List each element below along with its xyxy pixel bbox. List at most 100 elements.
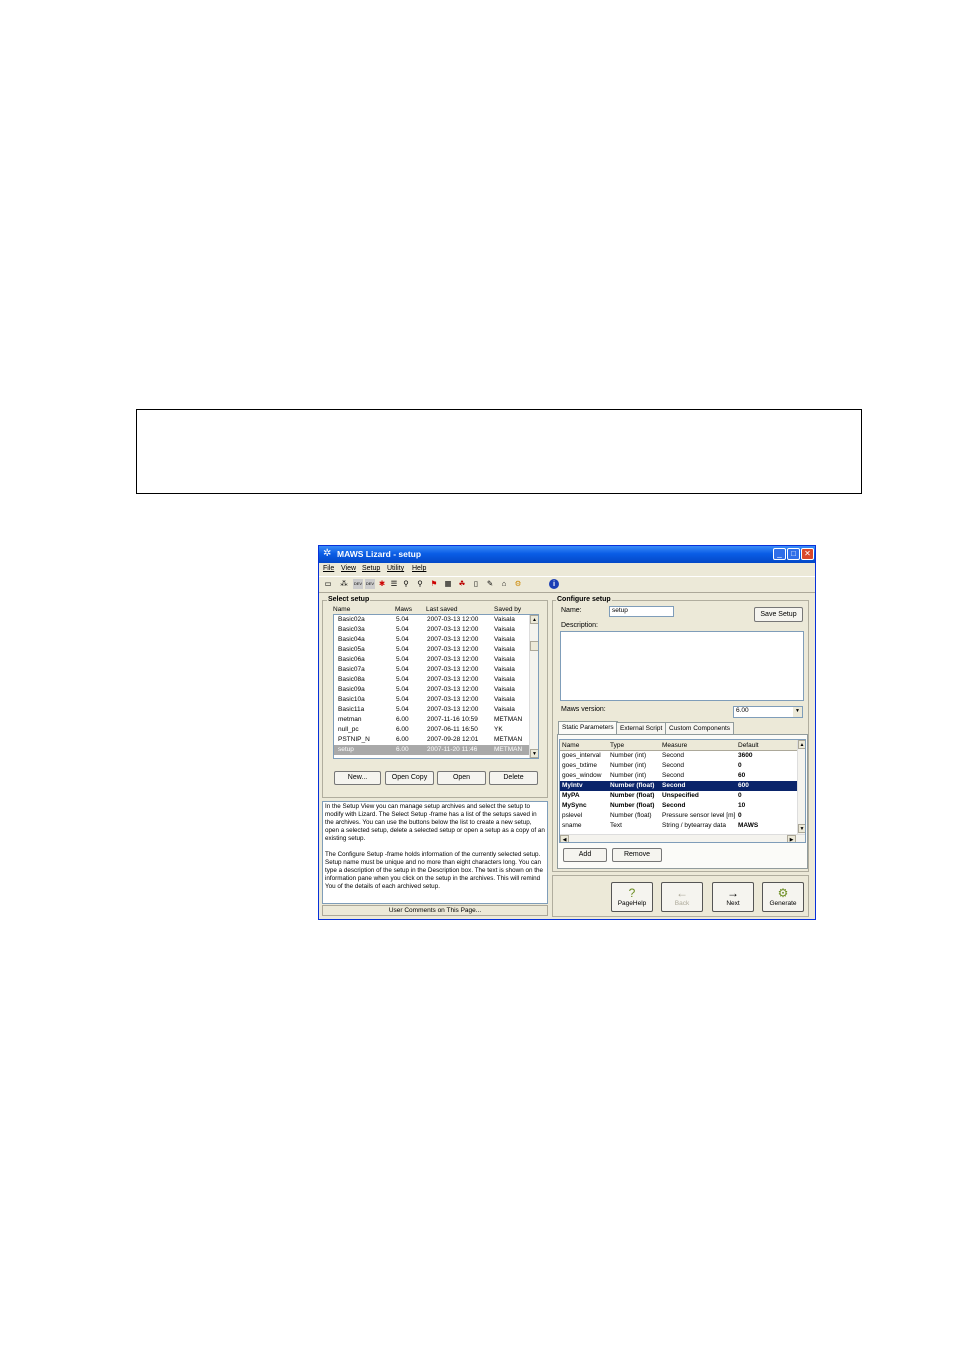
parameter-row[interactable]: goes_window Number (int) Second 60 <box>560 771 797 781</box>
remove-button[interactable]: Remove <box>612 848 662 862</box>
param-cell-name: pslevel <box>562 812 583 819</box>
save-setup-button[interactable]: Save Setup <box>754 607 803 622</box>
parameter-row[interactable]: pslevel Number (float) Pressure sensor lev… <box>560 811 797 821</box>
param-col-default[interactable]: Default <box>738 742 759 749</box>
parameters-vscroll[interactable]: ▲ ▼ <box>797 740 805 834</box>
parameters-table[interactable]: Name Type Measure Default ▲ ▼ ◀ ▶ goes_i… <box>559 739 806 843</box>
maximize-button[interactable]: □ <box>787 548 800 560</box>
setup-list-row[interactable]: setup 6.00 2007-11-20 11:46 METMAN <box>334 745 529 755</box>
param-col-type[interactable]: Type <box>610 742 624 749</box>
setup-list-row[interactable]: metman 6.00 2007-11-16 10:59 METMAN <box>334 715 529 725</box>
add-button[interactable]: Add <box>563 848 607 862</box>
setup-list-row[interactable]: Basic04a 5.04 2007-03-13 12:00 Vaisala <box>334 635 529 645</box>
info-icon[interactable]: i <box>549 579 559 589</box>
menu-setup[interactable]: Setup <box>362 565 380 572</box>
menu-file[interactable]: File <box>323 565 334 572</box>
param-cell-measure: Unspecified <box>662 792 699 799</box>
figure2-icon[interactable]: ⚲ <box>415 579 425 589</box>
next-button[interactable]: → Next <box>712 882 754 912</box>
setup-list-row[interactable]: Basic07a 5.04 2007-03-13 12:00 Vaisala <box>334 665 529 675</box>
param-col-name[interactable]: Name <box>562 742 579 749</box>
open-icon[interactable]: ▭ <box>323 579 333 589</box>
tab-external-script[interactable]: External Script <box>616 722 667 734</box>
setup-cell-saved: 2007-03-13 12:00 <box>427 636 479 643</box>
parameters-hscroll[interactable]: ◀ ▶ <box>560 834 805 842</box>
scroll-down-arrow[interactable]: ▼ <box>530 749 538 758</box>
parameter-row[interactable]: MyPA Number (float) Unspecified 0 <box>560 791 797 801</box>
minimize-button[interactable]: _ <box>773 548 786 560</box>
tab-custom-components[interactable]: Custom Components <box>665 722 735 734</box>
pagehelp-label: PageHelp <box>617 900 647 907</box>
setup-list-row[interactable]: Basic10a 5.04 2007-03-13 12:00 Vaisala <box>334 695 529 705</box>
star-icon[interactable]: ✱ <box>377 579 387 589</box>
setup-list-row[interactable]: Basic11a 5.04 2007-03-13 12:00 Vaisala <box>334 705 529 715</box>
setup-list-row[interactable]: Basic05a 5.04 2007-03-13 12:00 Vaisala <box>334 645 529 655</box>
setup-cell-saved: 2007-11-20 11:46 <box>427 746 478 753</box>
setup-list-row[interactable]: PSTNIP_N 6.00 2007-09-28 12:01 METMAN <box>334 735 529 745</box>
menu-view[interactable]: View <box>341 565 356 572</box>
menu-utility[interactable]: Utility <box>387 565 404 572</box>
col-header-maws[interactable]: Maws <box>395 606 412 613</box>
select-setup-title: Select setup <box>327 596 371 603</box>
param-cell-measure: Second <box>662 772 685 779</box>
setup-list-row[interactable]: Basic06a 5.04 2007-03-13 12:00 Vaisala <box>334 655 529 665</box>
grid-icon[interactable]: ▦ <box>443 579 453 589</box>
parameter-row[interactable]: goes_interval Number (int) Second 3600 <box>560 751 797 761</box>
setup-list-row[interactable]: Basic09a 5.04 2007-03-13 12:00 Vaisala <box>334 685 529 695</box>
setup-list-row[interactable]: Basic02a 5.04 2007-03-13 12:00 Vaisala <box>334 615 529 625</box>
parameter-row[interactable]: MySync Number (float) Second 10 <box>560 801 797 811</box>
param-scroll-left-arrow[interactable]: ◀ <box>560 835 569 842</box>
user-comments-bar[interactable]: User Comments on This Page... <box>322 905 548 916</box>
setup-list-row[interactable]: Basic03a 5.04 2007-03-13 12:00 Vaisala <box>334 625 529 635</box>
dev-icon[interactable]: DEV <box>353 579 363 589</box>
param-col-measure[interactable]: Measure <box>662 742 687 749</box>
figure-icon[interactable]: ⚲ <box>401 579 411 589</box>
menu-help[interactable]: Help <box>412 565 426 572</box>
parameter-row[interactable]: goes_txtime Number (int) Second 0 <box>560 761 797 771</box>
pagehelp-button[interactable]: ? PageHelp <box>611 882 653 912</box>
back-button[interactable]: ← Back <box>661 882 703 912</box>
bell-icon[interactable]: ⌂ <box>499 579 509 589</box>
col-header-saved-by[interactable]: Saved by <box>494 606 521 613</box>
title-bar[interactable]: ✲ MAWS Lizard - setup _ □ ✕ <box>319 546 815 563</box>
page-icon[interactable]: ▯ <box>471 579 481 589</box>
flag-icon[interactable]: ⚑ <box>429 579 439 589</box>
tab-static-parameters[interactable]: Static Parameters <box>558 721 618 735</box>
delete-button[interactable]: Delete <box>489 771 538 785</box>
param-scroll-up-arrow[interactable]: ▲ <box>798 740 805 749</box>
param-cell-type: Number (int) <box>610 772 647 779</box>
network-icon[interactable]: ⁂ <box>339 579 349 589</box>
scroll-thumb[interactable] <box>530 641 538 651</box>
col-header-last-saved[interactable]: Last saved <box>426 606 457 613</box>
param-scroll-right-arrow[interactable]: ▶ <box>787 835 796 842</box>
dev2-icon[interactable]: DEV <box>365 579 375 589</box>
name-input[interactable]: setup <box>609 606 674 617</box>
setup-cell-saved: 2007-03-13 12:00 <box>427 616 479 623</box>
maws-version-label: Maws version: <box>561 706 606 713</box>
scroll-up-arrow[interactable]: ▲ <box>530 615 538 624</box>
description-textarea[interactable] <box>560 631 804 701</box>
parameter-row[interactable]: MyIntv Number (float) Second 600 <box>560 781 797 791</box>
generate-button[interactable]: ⚙ Generate <box>762 882 804 912</box>
col-header-name[interactable]: Name <box>333 606 350 613</box>
param-scroll-down-arrow[interactable]: ▼ <box>798 824 805 833</box>
open-button[interactable]: Open <box>437 771 486 785</box>
setup-list-row[interactable]: Basic08a 5.04 2007-03-13 12:00 Vaisala <box>334 675 529 685</box>
setup-list-scrollbar[interactable]: ▲ ▼ <box>529 615 538 758</box>
setup-list[interactable]: ▲ ▼ Basic02a 5.04 2007-03-13 12:00 Vaisala B… <box>333 614 539 759</box>
setup-cell-name: Basic04a <box>338 636 365 643</box>
setup-list-row[interactable]: null_pc 6.00 2007-06-11 16:50 YK <box>334 725 529 735</box>
list-icon[interactable]: ☰ <box>389 579 399 589</box>
gear-icon[interactable]: ⚙ <box>513 579 523 589</box>
setup-cell-by: Vaisala <box>494 646 515 653</box>
maws-version-select[interactable]: 6.00 ▼ <box>733 706 803 718</box>
setup-cell-name: Basic05a <box>338 646 365 653</box>
parameter-row[interactable]: sname Text String / bytearray data MAWS <box>560 821 797 831</box>
setup-cell-maws: 6.00 <box>396 736 409 743</box>
chevron-down-icon[interactable]: ▼ <box>793 707 802 717</box>
pen-icon[interactable]: ✎ <box>485 579 495 589</box>
new-button[interactable]: New... <box>334 771 381 785</box>
cluster-icon[interactable]: ☘ <box>457 579 467 589</box>
close-button[interactable]: ✕ <box>801 548 814 560</box>
open-copy-button[interactable]: Open Copy <box>385 771 434 785</box>
